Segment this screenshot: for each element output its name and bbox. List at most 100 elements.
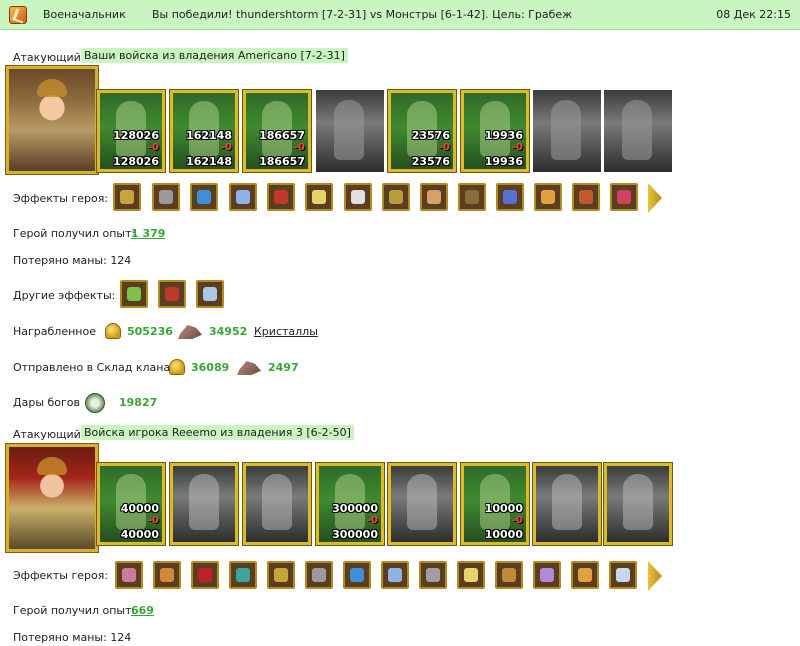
effect-icon[interactable] xyxy=(457,561,485,589)
hero-exp-label: Герой получил опыт: xyxy=(13,604,136,617)
troop-slot[interactable]: 162148 -0 162148 xyxy=(169,89,239,173)
troop-slot-empty[interactable] xyxy=(604,90,672,172)
effect-icon[interactable] xyxy=(267,183,295,211)
troop-count-after: 23576 xyxy=(411,155,450,168)
mana-lost-text: Потеряно маны: 124 xyxy=(13,631,132,644)
hero-exp-value[interactable]: 669 xyxy=(131,604,154,617)
troop-slot[interactable]: 23576 -0 23576 xyxy=(387,89,457,173)
effect-icon[interactable] xyxy=(534,183,562,211)
effect-icon[interactable] xyxy=(610,183,638,211)
troop-count-before: 10000 xyxy=(484,502,523,515)
other-effects-label: Другие эффекты: xyxy=(13,289,116,302)
troop-slot-empty[interactable] xyxy=(316,90,384,172)
effect-icon[interactable] xyxy=(158,280,186,308)
troop-count-before: 19936 xyxy=(484,129,523,142)
troop-slot-empty[interactable] xyxy=(533,90,601,172)
loot-label: Награбленное xyxy=(13,325,96,338)
troop-slot[interactable]: 40000 -0 40000 xyxy=(96,462,166,546)
crystal-icon xyxy=(237,361,261,375)
hero-portrait[interactable] xyxy=(5,443,99,553)
troop-count-after: 19936 xyxy=(484,155,523,168)
effect-icon[interactable] xyxy=(267,561,295,589)
crystal-icon xyxy=(178,325,202,339)
effect-icon[interactable] xyxy=(609,561,637,589)
effect-icon[interactable] xyxy=(458,183,486,211)
troop-slot-empty[interactable] xyxy=(387,462,457,546)
effect-icon[interactable] xyxy=(533,561,561,589)
effect-icon[interactable] xyxy=(495,561,523,589)
sword-effect-icon[interactable] xyxy=(196,280,224,308)
troop-slot-empty[interactable] xyxy=(169,462,239,546)
warlord-icon xyxy=(9,6,27,24)
troop-slot-empty[interactable] xyxy=(603,462,673,546)
shield-effect-icon[interactable] xyxy=(229,561,257,589)
effect-icon[interactable] xyxy=(344,183,372,211)
mana-lost-text: Потеряно маны: 124 xyxy=(13,254,132,267)
effect-icon[interactable] xyxy=(420,183,448,211)
troop-loss: -0 xyxy=(220,142,232,153)
troop-count-after: 128026 xyxy=(113,155,159,168)
effect-icon[interactable] xyxy=(305,183,333,211)
troop-slot-empty[interactable] xyxy=(242,462,312,546)
troop-loss: -0 xyxy=(366,515,378,526)
troop-loss: -0 xyxy=(511,142,523,153)
troop-count-after: 10000 xyxy=(484,528,523,541)
effect-icon[interactable] xyxy=(343,561,371,589)
loot-crystal-value: 34952 xyxy=(209,325,248,338)
sent-to-clan-label: Отправлено в Склад клана xyxy=(13,361,171,374)
effect-icon[interactable] xyxy=(190,183,218,211)
gods-gift-icon xyxy=(85,393,105,413)
effect-icon[interactable] xyxy=(496,183,524,211)
troop-slot[interactable]: 19936 -0 19936 xyxy=(460,89,530,173)
effects-next-arrow-icon[interactable] xyxy=(648,183,662,213)
troop-slot[interactable]: 300000 -0 300000 xyxy=(315,462,385,546)
troop-count-after: 40000 xyxy=(120,528,159,541)
heart-effect-icon[interactable] xyxy=(191,561,219,589)
effects-next-arrow-icon[interactable] xyxy=(648,561,662,591)
troop-count-before: 300000 xyxy=(332,502,378,515)
troop-count-before: 162148 xyxy=(186,129,232,142)
troop-count-before: 23576 xyxy=(411,129,450,142)
side-tag: Ваши войска из владения Americano [7-2-3… xyxy=(81,48,348,63)
hero-portrait[interactable] xyxy=(5,65,99,175)
hero-effects-label: Эффекты героя: xyxy=(13,192,109,205)
troop-loss: -0 xyxy=(147,142,159,153)
effect-icon[interactable] xyxy=(381,561,409,589)
gods-gifts-label: Дары богов xyxy=(13,396,81,409)
troop-count-after: 162148 xyxy=(186,155,232,168)
gold-icon xyxy=(105,323,121,339)
troop-count-before: 186657 xyxy=(259,129,305,142)
troop-loss: -0 xyxy=(293,142,305,153)
troop-slot[interactable]: 128026 -0 128026 xyxy=(96,89,166,173)
effect-icon[interactable] xyxy=(419,561,447,589)
sent-crystal-value: 2497 xyxy=(268,361,299,374)
side-label: Атакующий xyxy=(13,51,81,64)
troop-slot[interactable]: 10000 -0 10000 xyxy=(460,462,530,546)
effect-icon[interactable] xyxy=(113,183,141,211)
effect-icon[interactable] xyxy=(305,561,333,589)
xp-effect-icon[interactable] xyxy=(120,280,148,308)
effect-icon[interactable] xyxy=(115,561,143,589)
side-tag: Войска игрока Reeemo из владения 3 [6-2-… xyxy=(81,425,354,440)
effect-icon[interactable] xyxy=(382,183,410,211)
hero-exp-label: Герой получил опыт: xyxy=(13,227,136,240)
sent-gold-value: 36089 xyxy=(191,361,230,374)
hero-exp-value[interactable]: 1 379 xyxy=(131,227,165,240)
report-category: Военачальник xyxy=(43,8,126,21)
troop-slot[interactable]: 186657 -0 186657 xyxy=(242,89,312,173)
effect-icon[interactable] xyxy=(153,561,181,589)
effect-icon[interactable] xyxy=(152,183,180,211)
side-label: Атакующий xyxy=(13,428,81,441)
battle-result-message[interactable]: Вы победили! thundershtorm [7-2-31] vs М… xyxy=(152,8,572,21)
effect-icon[interactable] xyxy=(571,561,599,589)
hero-effects-label: Эффекты героя: xyxy=(13,569,109,582)
troop-count-before: 40000 xyxy=(120,502,159,515)
crystals-link[interactable]: Кристаллы xyxy=(254,325,318,338)
troop-slot-empty[interactable] xyxy=(532,462,602,546)
troop-loss: -0 xyxy=(438,142,450,153)
gold-icon xyxy=(169,359,185,375)
report-time: 08 Дек 22:15 xyxy=(716,8,791,21)
troop-count-after: 300000 xyxy=(332,528,378,541)
effect-icon[interactable] xyxy=(572,183,600,211)
effect-icon[interactable] xyxy=(229,183,257,211)
